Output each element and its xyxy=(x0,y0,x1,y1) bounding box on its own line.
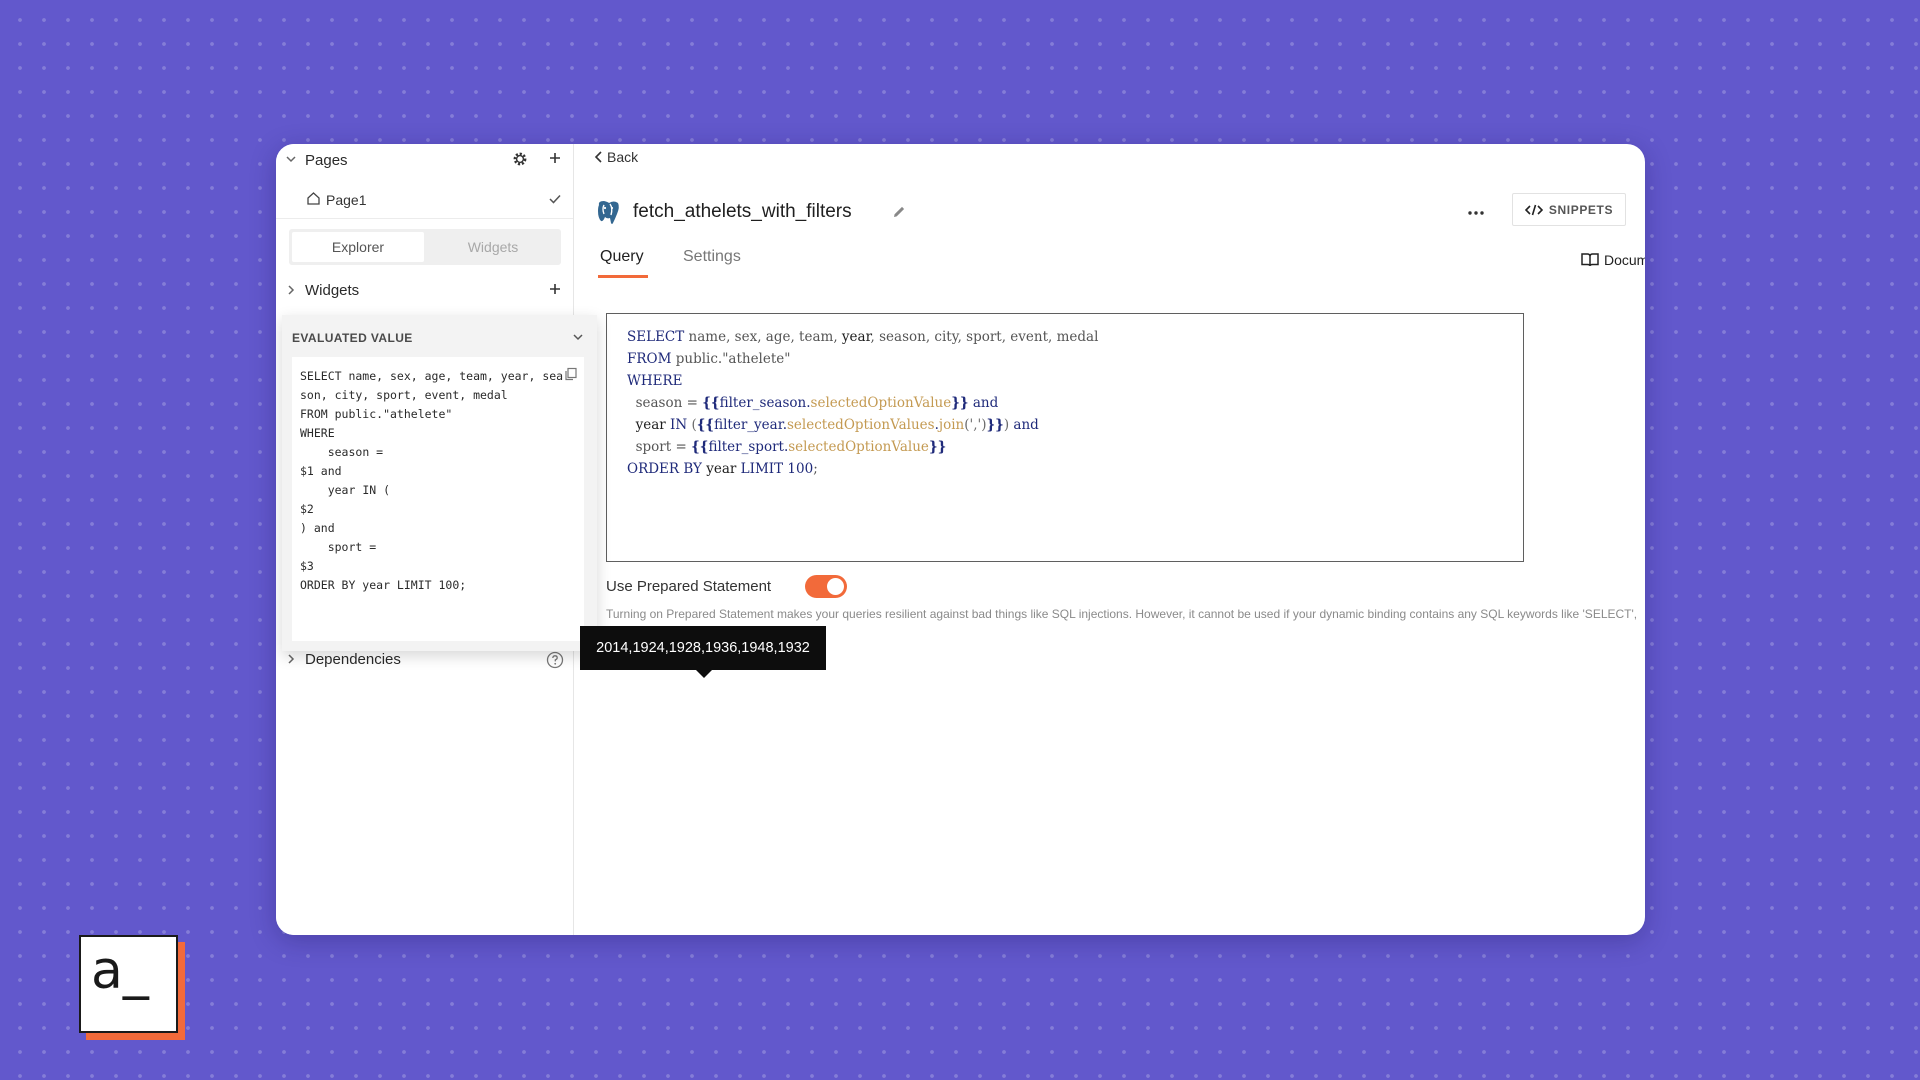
more-options-icon[interactable] xyxy=(1467,203,1485,221)
toggle-knob xyxy=(827,578,844,595)
evaluated-value-header: EVALUATED VALUE xyxy=(292,331,413,345)
help-icon[interactable] xyxy=(546,651,564,674)
back-label: Back xyxy=(607,149,639,165)
check-icon xyxy=(548,192,562,211)
page-item-page1[interactable]: Page1 xyxy=(276,182,573,219)
chevron-down-icon[interactable] xyxy=(284,152,298,171)
back-link[interactable]: Back xyxy=(594,149,638,165)
query-name: fetch_athelets_with_filters xyxy=(633,201,852,222)
page1-label: Page1 xyxy=(326,192,367,208)
app-window: Pages Page1 Explorer Widgets Widgets Dep… xyxy=(276,144,1645,935)
dependencies-label: Dependencies xyxy=(305,651,401,668)
documentation-label: Documen xyxy=(1604,252,1645,268)
chevron-left-icon xyxy=(594,151,602,163)
evaluated-value-code: SELECT name, sex, age, team, year, seaso… xyxy=(300,369,564,592)
snippets-button[interactable]: SNIPPETS xyxy=(1512,193,1626,226)
chevron-right-icon[interactable] xyxy=(284,652,298,671)
add-page-icon[interactable] xyxy=(548,151,562,170)
tab-explorer[interactable]: Explorer xyxy=(292,232,424,262)
book-icon xyxy=(1581,253,1599,267)
evaluated-value-popover: EVALUATED VALUE SELECT name, sex, age, t… xyxy=(282,315,597,651)
pages-label: Pages xyxy=(305,152,348,169)
query-editor-pane: Back fetch_athelets_with_filters SNIPPET… xyxy=(574,144,1645,935)
tooltip-arrow xyxy=(696,670,712,678)
snippets-label: SNIPPETS xyxy=(1548,202,1614,217)
documentation-link[interactable]: Documen xyxy=(1581,252,1645,268)
pages-header[interactable]: Pages xyxy=(276,144,573,178)
sql-code: SELECT name, sex, age, team, year, seaso… xyxy=(627,329,1099,477)
tab-query[interactable]: Query xyxy=(600,248,644,266)
tab-settings[interactable]: Settings xyxy=(683,248,741,266)
home-icon xyxy=(306,191,321,211)
evaluated-value-code-box: SELECT name, sex, age, team, year, seaso… xyxy=(292,357,584,641)
copy-icon[interactable] xyxy=(564,367,578,386)
chevron-right-icon[interactable] xyxy=(284,283,298,302)
widgets-section-header[interactable]: Widgets xyxy=(276,274,573,306)
pencil-icon[interactable] xyxy=(891,204,907,225)
binding-value-tooltip: 2014,1924,1928,1936,1948,1932 xyxy=(580,626,826,678)
logo-text: a_ xyxy=(91,941,149,1001)
active-tab-underline xyxy=(598,275,648,278)
gear-icon[interactable] xyxy=(512,151,528,172)
add-widget-icon[interactable] xyxy=(548,282,562,301)
code-icon xyxy=(1524,204,1543,215)
sql-editor[interactable]: SELECT name, sex, age, team, year, seaso… xyxy=(606,313,1524,562)
chevron-down-icon[interactable] xyxy=(571,330,585,349)
explorer-widgets-switch: Explorer Widgets xyxy=(289,229,561,265)
prepared-statement-label: Use Prepared Statement xyxy=(606,578,772,595)
tooltip-text: 2014,1924,1928,1936,1948,1932 xyxy=(596,640,810,656)
prepared-statement-toggle[interactable] xyxy=(805,575,847,598)
postgres-icon xyxy=(594,199,622,232)
tab-widgets[interactable]: Widgets xyxy=(427,232,559,262)
appsmith-logo: a_ xyxy=(79,935,178,1033)
widgets-section-label: Widgets xyxy=(305,282,360,299)
